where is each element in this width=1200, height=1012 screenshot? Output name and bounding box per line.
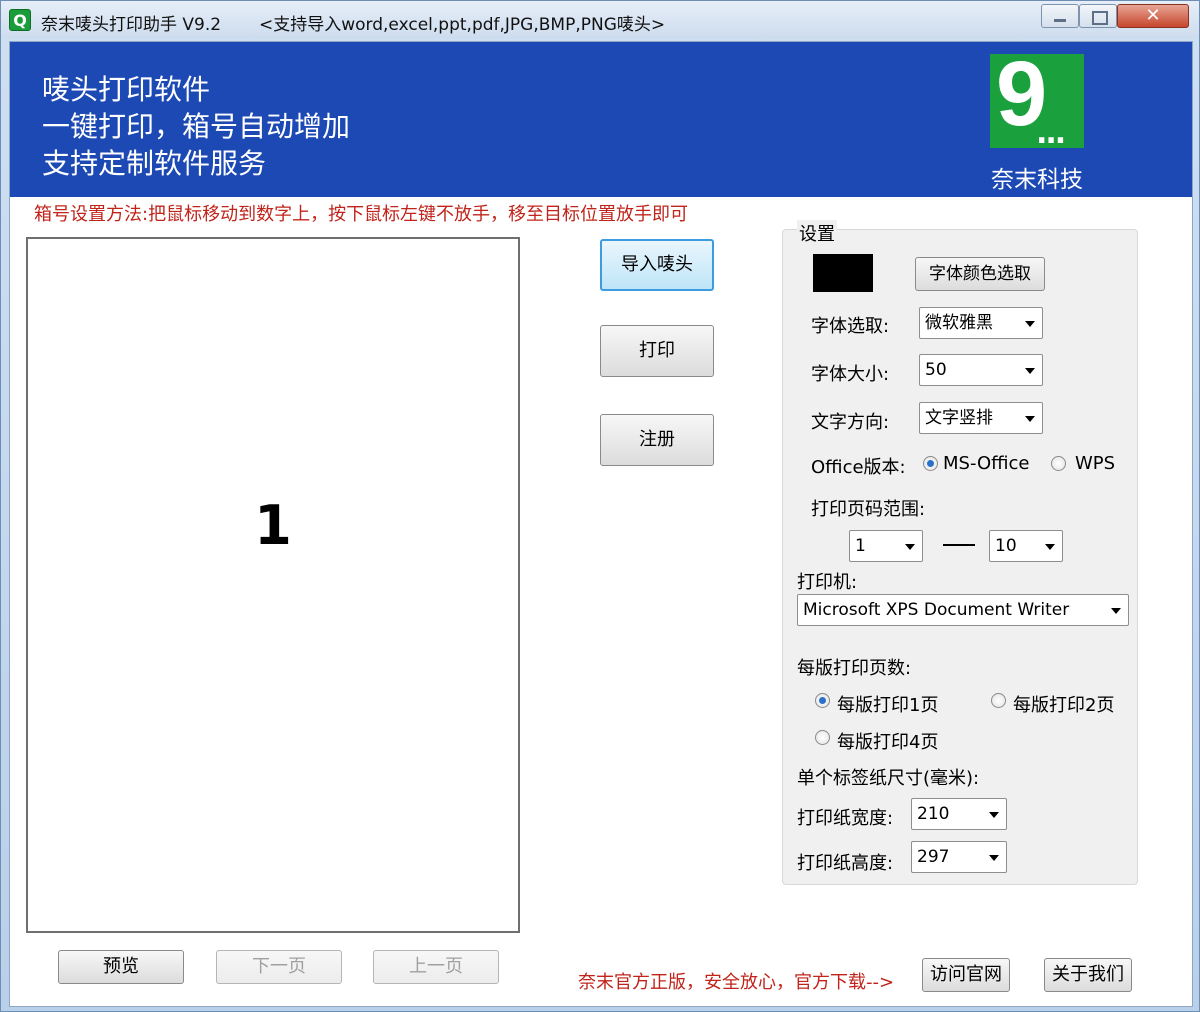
range-from-select[interactable]: 1: [849, 530, 923, 562]
font-color-swatch: [813, 254, 873, 292]
office-version-label: Office版本:: [811, 457, 906, 478]
per-sheet-label: 每版打印页数:: [797, 658, 912, 679]
font-select[interactable]: 微软雅黑: [919, 307, 1043, 339]
paper-height-label: 打印纸高度:: [797, 853, 894, 874]
per-sheet-4-label[interactable]: 每版打印4页: [837, 728, 938, 754]
chevron-down-icon: [1025, 368, 1035, 374]
paper-height-select[interactable]: 297: [911, 841, 1007, 873]
window-title: 奈末唛头打印助手 V9.2: [41, 15, 222, 35]
settings-group: 设置 字体颜色选取 字体选取: 微软雅黑 字体大小: 50 文字方向: 文字竖排…: [782, 220, 1138, 885]
preview-canvas[interactable]: 1: [26, 237, 520, 933]
logo-dots: ...: [1036, 116, 1066, 151]
title-bar[interactable]: Q 奈末唛头打印助手 V9.2 <支持导入word,excel,ppt,pdf,…: [1, 1, 1199, 39]
wps-label[interactable]: WPS: [1075, 453, 1115, 474]
app-icon: Q: [9, 9, 31, 31]
prev-page-button[interactable]: 上一页: [373, 950, 499, 984]
per-sheet-2-label[interactable]: 每版打印2页: [1013, 691, 1114, 717]
direction-label: 文字方向:: [811, 412, 890, 433]
font-color-button[interactable]: 字体颜色选取: [915, 257, 1045, 291]
per-sheet-1-label[interactable]: 每版打印1页: [837, 691, 938, 717]
next-page-button[interactable]: 下一页: [216, 950, 342, 984]
preview-button[interactable]: 预览: [58, 950, 184, 984]
print-button[interactable]: 打印: [600, 325, 714, 377]
printer-select[interactable]: Microsoft XPS Document Writer: [797, 594, 1129, 626]
range-from-value: 1: [855, 536, 866, 556]
brand-logo: 9 ...: [990, 44, 1084, 151]
font-label: 字体选取:: [811, 316, 890, 337]
chevron-down-icon: [1025, 416, 1035, 422]
banner-line-2: 一键打印，箱号自动增加: [42, 110, 351, 143]
printer-label: 打印机:: [797, 572, 858, 593]
font-value: 微软雅黑: [925, 313, 993, 333]
font-size-value: 50: [925, 360, 947, 380]
banner-line-1: 唛头打印软件: [42, 73, 211, 106]
chevron-down-icon: [1025, 321, 1035, 327]
banner-line-3: 支持定制软件服务: [42, 147, 267, 180]
radio-per-sheet-1[interactable]: [815, 693, 830, 708]
carton-number[interactable]: 1: [28, 494, 518, 557]
client-area: 唛头打印软件 一键打印，箱号自动增加 支持定制软件服务 9 ... 奈末科技 箱…: [9, 41, 1193, 1007]
range-to-select[interactable]: 10: [989, 530, 1063, 562]
visit-website-button[interactable]: 访问官网: [922, 958, 1010, 992]
header-banner: 唛头打印软件 一键打印，箱号自动增加 支持定制软件服务 9 ... 奈末科技: [10, 42, 1192, 197]
minimize-button[interactable]: [1041, 4, 1079, 28]
direction-value: 文字竖排: [925, 408, 993, 428]
close-icon: ✕: [1145, 5, 1161, 26]
brand-name: 奈末科技: [991, 167, 1083, 193]
paper-height-value: 297: [917, 847, 950, 867]
ms-office-label[interactable]: MS-Office: [943, 453, 1030, 474]
close-button[interactable]: ✕: [1117, 4, 1189, 28]
paper-width-select[interactable]: 210: [911, 798, 1007, 830]
range-dash: [943, 544, 975, 546]
label-size-title: 单个标签纸尺寸(毫米):: [797, 768, 980, 789]
chevron-down-icon: [905, 544, 915, 550]
chevron-down-icon: [1045, 544, 1055, 550]
paper-width-value: 210: [917, 804, 950, 824]
import-mark-button[interactable]: 导入唛头: [600, 239, 714, 291]
settings-title: 设置: [797, 220, 837, 246]
page-range-label: 打印页码范围:: [811, 499, 926, 520]
instruction-hint: 箱号设置方法:把鼠标移动到数字上，按下鼠标左键不放手，移至目标位置放手即可: [34, 204, 689, 225]
about-us-button[interactable]: 关于我们: [1044, 958, 1132, 992]
radio-per-sheet-4[interactable]: [815, 730, 830, 745]
paper-width-label: 打印纸宽度:: [797, 808, 894, 829]
register-button[interactable]: 注册: [600, 414, 714, 466]
maximize-button[interactable]: [1079, 4, 1117, 28]
app-window: Q 奈末唛头打印助手 V9.2 <支持导入word,excel,ppt,pdf,…: [0, 0, 1200, 1012]
range-to-value: 10: [995, 536, 1017, 556]
radio-ms-office[interactable]: [923, 456, 938, 471]
chevron-down-icon: [989, 855, 999, 861]
text-direction-select[interactable]: 文字竖排: [919, 402, 1043, 434]
chevron-down-icon: [989, 812, 999, 818]
chevron-down-icon: [1111, 608, 1121, 614]
size-label: 字体大小:: [811, 364, 890, 385]
printer-value: Microsoft XPS Document Writer: [803, 600, 1070, 620]
font-size-select[interactable]: 50: [919, 354, 1043, 386]
radio-per-sheet-2[interactable]: [991, 693, 1006, 708]
radio-wps[interactable]: [1051, 456, 1066, 471]
window-subtitle: <支持导入word,excel,ppt,pdf,JPG,BMP,PNG唛头>: [259, 15, 666, 35]
official-note: 奈末官方正版，安全放心，官方下载-->: [578, 972, 895, 993]
